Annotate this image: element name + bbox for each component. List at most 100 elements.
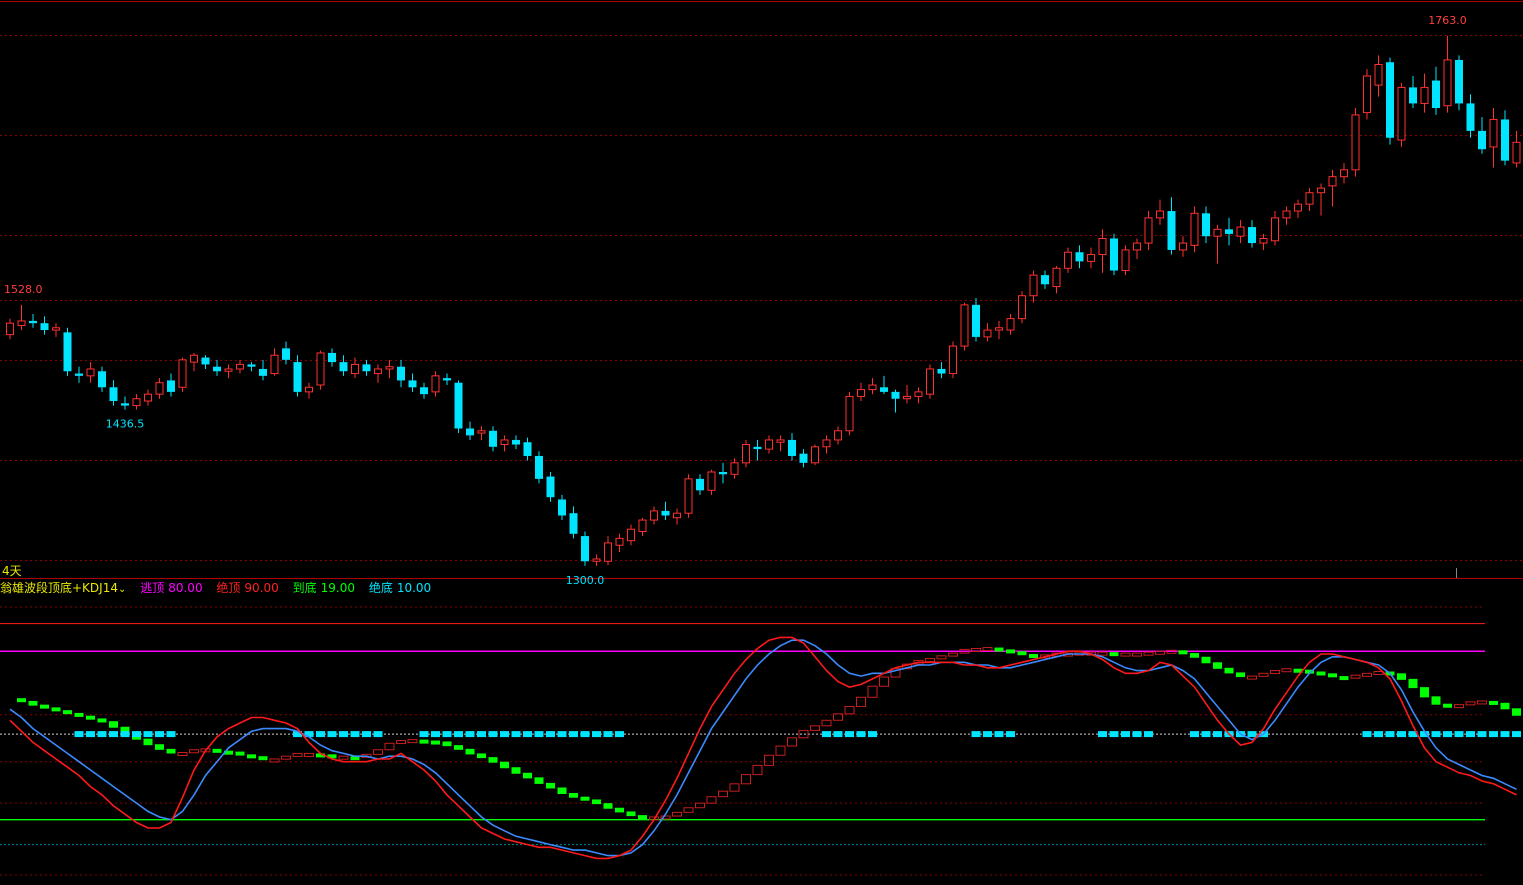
signal-marker bbox=[327, 731, 337, 738]
candle-body bbox=[569, 513, 578, 534]
candle-body bbox=[270, 354, 279, 375]
signal-marker bbox=[109, 731, 118, 738]
signal-marker bbox=[1500, 731, 1510, 738]
wave-box-up bbox=[384, 742, 395, 751]
signal-marker bbox=[1109, 731, 1119, 738]
wave-box-up bbox=[1281, 668, 1292, 673]
wave-box-down bbox=[1236, 672, 1245, 678]
signal-marker bbox=[1443, 731, 1452, 738]
wave-box-up bbox=[683, 807, 694, 813]
wave-box-up bbox=[1132, 652, 1142, 657]
wave-box-up bbox=[810, 725, 820, 731]
wave-box-down bbox=[1201, 656, 1211, 664]
candle-body bbox=[857, 389, 865, 397]
candle-body bbox=[1006, 318, 1015, 331]
candle-body bbox=[512, 439, 520, 445]
wave-box-up bbox=[269, 758, 280, 763]
wave-box-down bbox=[442, 741, 452, 747]
wave-box-up bbox=[1097, 651, 1108, 656]
signal-marker bbox=[603, 731, 613, 738]
candle-body bbox=[1098, 237, 1107, 256]
signal-marker bbox=[373, 731, 383, 738]
signal-marker bbox=[615, 731, 624, 738]
wave-box-down bbox=[51, 707, 61, 712]
candle-body bbox=[1133, 242, 1141, 251]
wave-box-up bbox=[1270, 670, 1280, 675]
signal-marker bbox=[822, 731, 831, 738]
indicator-name[interactable]: 翁雄波段顶底+KDJ14 bbox=[0, 581, 118, 595]
signal-marker bbox=[74, 731, 84, 738]
signal-marker bbox=[86, 731, 95, 738]
signal-marker bbox=[971, 731, 981, 738]
signal-marker bbox=[1121, 731, 1130, 738]
candle-body bbox=[328, 352, 336, 363]
candle-body bbox=[650, 510, 658, 521]
signal-marker bbox=[419, 731, 429, 738]
param-value-top-absolute: 90.00 bbox=[244, 581, 279, 595]
candle-body bbox=[29, 320, 37, 324]
signal-marker bbox=[350, 731, 360, 738]
candle-body bbox=[592, 558, 601, 562]
signal-marker bbox=[845, 731, 854, 738]
candle-body bbox=[477, 430, 486, 434]
candle-body bbox=[132, 398, 141, 407]
candle-body bbox=[1271, 217, 1279, 242]
wave-box-up bbox=[867, 685, 878, 698]
signal-marker bbox=[442, 731, 452, 738]
signal-marker bbox=[166, 731, 176, 738]
candle-body bbox=[1052, 267, 1061, 288]
wave-box-down bbox=[17, 698, 26, 703]
wave-box-down bbox=[1500, 702, 1510, 710]
signal-marker bbox=[1362, 731, 1372, 738]
wave-box-down bbox=[1512, 708, 1521, 716]
candle-body bbox=[1167, 211, 1176, 250]
candle-body bbox=[17, 320, 26, 326]
candle-body bbox=[937, 368, 946, 374]
wave-box-down bbox=[97, 718, 107, 723]
signal-marker bbox=[523, 731, 532, 738]
param-label-top-absolute: 绝顶 bbox=[216, 581, 241, 595]
wave-box-up bbox=[821, 719, 832, 727]
candle-body bbox=[1455, 59, 1463, 104]
candle-body bbox=[259, 368, 267, 376]
candle-body bbox=[811, 446, 819, 464]
signal-marker bbox=[120, 731, 130, 738]
signal-marker bbox=[592, 731, 601, 738]
candle-body bbox=[1225, 229, 1233, 234]
wave-box-up bbox=[936, 655, 947, 660]
candle-body bbox=[385, 366, 394, 370]
candle-body bbox=[75, 373, 83, 376]
candle-body bbox=[1029, 274, 1038, 297]
chevron-down-icon[interactable]: ⌄ bbox=[118, 584, 126, 595]
candle-body bbox=[1282, 210, 1291, 219]
candle-body bbox=[466, 428, 474, 436]
signal-marker bbox=[1431, 731, 1441, 738]
signal-marker bbox=[1374, 731, 1383, 738]
candle-body bbox=[236, 363, 244, 370]
wave-box-up bbox=[844, 705, 855, 715]
param-label-bottom-absolute: 绝底 bbox=[368, 581, 393, 595]
candle-body bbox=[1409, 87, 1417, 104]
signal-marker bbox=[143, 731, 153, 738]
wave-box-down bbox=[454, 745, 463, 750]
wave-box-down bbox=[477, 753, 486, 759]
candle-body bbox=[293, 362, 302, 392]
wave-box-down bbox=[1224, 667, 1234, 674]
wave-box-up bbox=[775, 745, 786, 756]
price-annotation-high: 1763.0 bbox=[1428, 14, 1467, 27]
wave-box-down bbox=[994, 647, 1004, 652]
wave-box-up bbox=[373, 749, 383, 755]
candle-body bbox=[431, 375, 440, 393]
candle-body bbox=[1121, 249, 1130, 272]
candle-body bbox=[1190, 212, 1199, 246]
signal-marker bbox=[477, 731, 486, 738]
wave-box-up bbox=[718, 790, 728, 798]
candle-body bbox=[420, 387, 428, 395]
candle-body bbox=[1202, 213, 1210, 237]
candle-body bbox=[523, 442, 532, 456]
candle-body bbox=[983, 329, 992, 338]
candle-body bbox=[868, 384, 877, 391]
candle-body bbox=[408, 380, 417, 388]
signal-marker bbox=[1385, 731, 1395, 738]
wave-box-up bbox=[706, 796, 717, 804]
